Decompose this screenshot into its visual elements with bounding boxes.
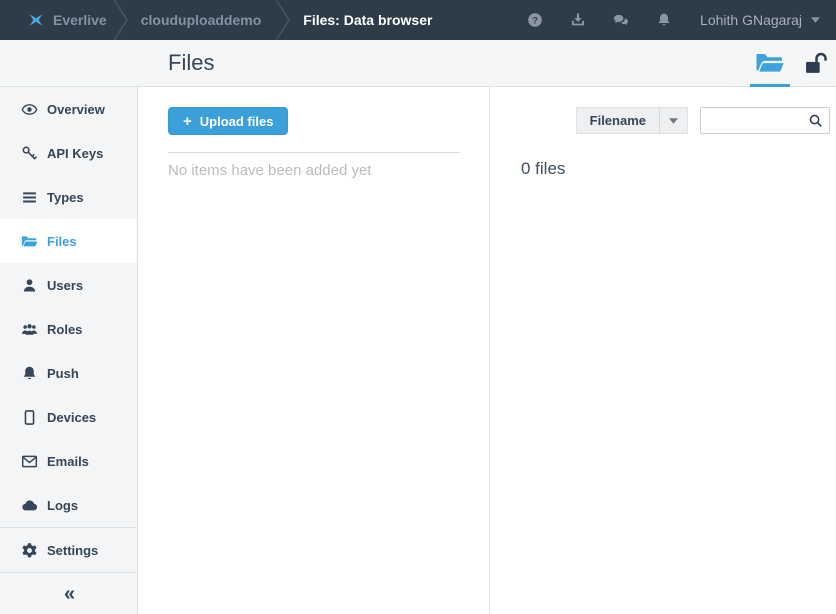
sidebar-item-settings[interactable]: Settings xyxy=(0,528,137,572)
everlive-logo-icon xyxy=(27,11,45,29)
help-icon[interactable]: ? xyxy=(527,12,543,28)
sidebar-item-emails[interactable]: Emails xyxy=(0,439,137,483)
search-icon[interactable] xyxy=(808,113,823,128)
sidebar-item-label: Settings xyxy=(47,543,98,558)
sidebar-item-api-keys[interactable]: API Keys xyxy=(0,131,137,175)
sidebar-item-label: Emails xyxy=(47,454,89,469)
collapse-chevrons-icon: « xyxy=(64,583,75,606)
key-icon xyxy=(21,145,38,162)
eye-icon xyxy=(21,101,38,118)
tab-data-browser[interactable] xyxy=(744,40,796,86)
folder-open-icon xyxy=(21,233,38,250)
sidebar-item-logs[interactable]: Logs xyxy=(0,483,137,527)
topbar: Everlive clouduploaddemo Files: Data bro… xyxy=(0,0,836,40)
sidebar-item-label: Overview xyxy=(47,102,105,117)
files-list-panel: + Upload files No items have been added … xyxy=(138,87,489,614)
header-tabs xyxy=(744,40,836,86)
filter-field-label: Filename xyxy=(577,108,659,133)
list-icon xyxy=(21,189,38,206)
chevron-down-icon xyxy=(811,17,820,23)
filter-dropdown-button[interactable] xyxy=(659,108,687,133)
upload-files-button[interactable]: + Upload files xyxy=(168,107,288,135)
sidebar-item-overview[interactable]: Overview xyxy=(0,87,137,131)
filter-toolbar: Filename xyxy=(490,87,836,134)
breadcrumb-current: Files: Data browser xyxy=(295,0,440,40)
bell-icon xyxy=(21,365,38,382)
page-header: Files xyxy=(0,40,836,87)
sidebar-item-label: Logs xyxy=(47,498,78,513)
sidebar-item-roles[interactable]: Roles xyxy=(0,307,137,351)
chat-icon[interactable] xyxy=(613,12,629,28)
breadcrumb-app[interactable]: clouduploaddemo xyxy=(133,0,270,40)
svg-text:?: ? xyxy=(532,15,538,26)
user-icon xyxy=(21,277,38,294)
tab-permissions[interactable] xyxy=(796,40,836,86)
breadcrumb-separator-icon xyxy=(111,0,129,40)
sidebar-item-label: API Keys xyxy=(47,146,103,161)
sidebar-item-users[interactable]: Users xyxy=(0,263,137,307)
brand-link[interactable]: Everlive xyxy=(0,0,107,40)
unlock-icon xyxy=(803,52,829,75)
list-divider xyxy=(168,152,460,153)
search-box xyxy=(700,107,830,134)
folder-open-icon xyxy=(755,51,785,75)
plus-icon: + xyxy=(183,114,192,129)
user-menu[interactable]: Lohith GNagaraj xyxy=(700,0,820,40)
sidebar-item-types[interactable]: Types xyxy=(0,175,137,219)
envelope-icon xyxy=(21,453,38,470)
page-title: Files xyxy=(168,40,214,86)
main-area: Overview API Keys Types Files xyxy=(0,87,836,614)
topbar-actions: ? xyxy=(527,0,672,40)
sidebar-item-label: Devices xyxy=(47,410,96,425)
users-icon xyxy=(21,321,38,338)
brand-name: Everlive xyxy=(53,12,107,28)
sidebar-item-files[interactable]: Files xyxy=(0,219,137,263)
file-count: 0 files xyxy=(521,159,836,179)
sidebar-item-push[interactable]: Push xyxy=(0,351,137,395)
sidebar-item-label: Types xyxy=(47,190,84,205)
sidebar-item-label: Push xyxy=(47,366,79,381)
device-icon xyxy=(21,409,38,426)
notifications-icon[interactable] xyxy=(656,12,672,28)
sidebar-item-devices[interactable]: Devices xyxy=(0,395,137,439)
sidebar: Overview API Keys Types Files xyxy=(0,87,138,614)
empty-list-message: No items have been added yet xyxy=(168,162,489,179)
sidebar-item-label: Roles xyxy=(47,322,82,337)
files-detail-panel: Filename 0 files xyxy=(489,87,836,614)
gear-icon xyxy=(21,542,38,559)
sidebar-item-label: Files xyxy=(47,234,77,249)
breadcrumb-separator-icon xyxy=(273,0,291,40)
sidebar-collapse-button[interactable]: « xyxy=(0,573,137,614)
upload-files-label: Upload files xyxy=(200,114,274,129)
user-name: Lohith GNagaraj xyxy=(700,12,802,28)
download-icon[interactable] xyxy=(570,12,586,28)
chevron-down-icon xyxy=(669,118,678,124)
sidebar-item-label: Users xyxy=(47,278,83,293)
filter-field-button[interactable]: Filename xyxy=(576,107,688,134)
topbar-spacer xyxy=(440,0,527,40)
cloud-icon xyxy=(21,497,38,514)
